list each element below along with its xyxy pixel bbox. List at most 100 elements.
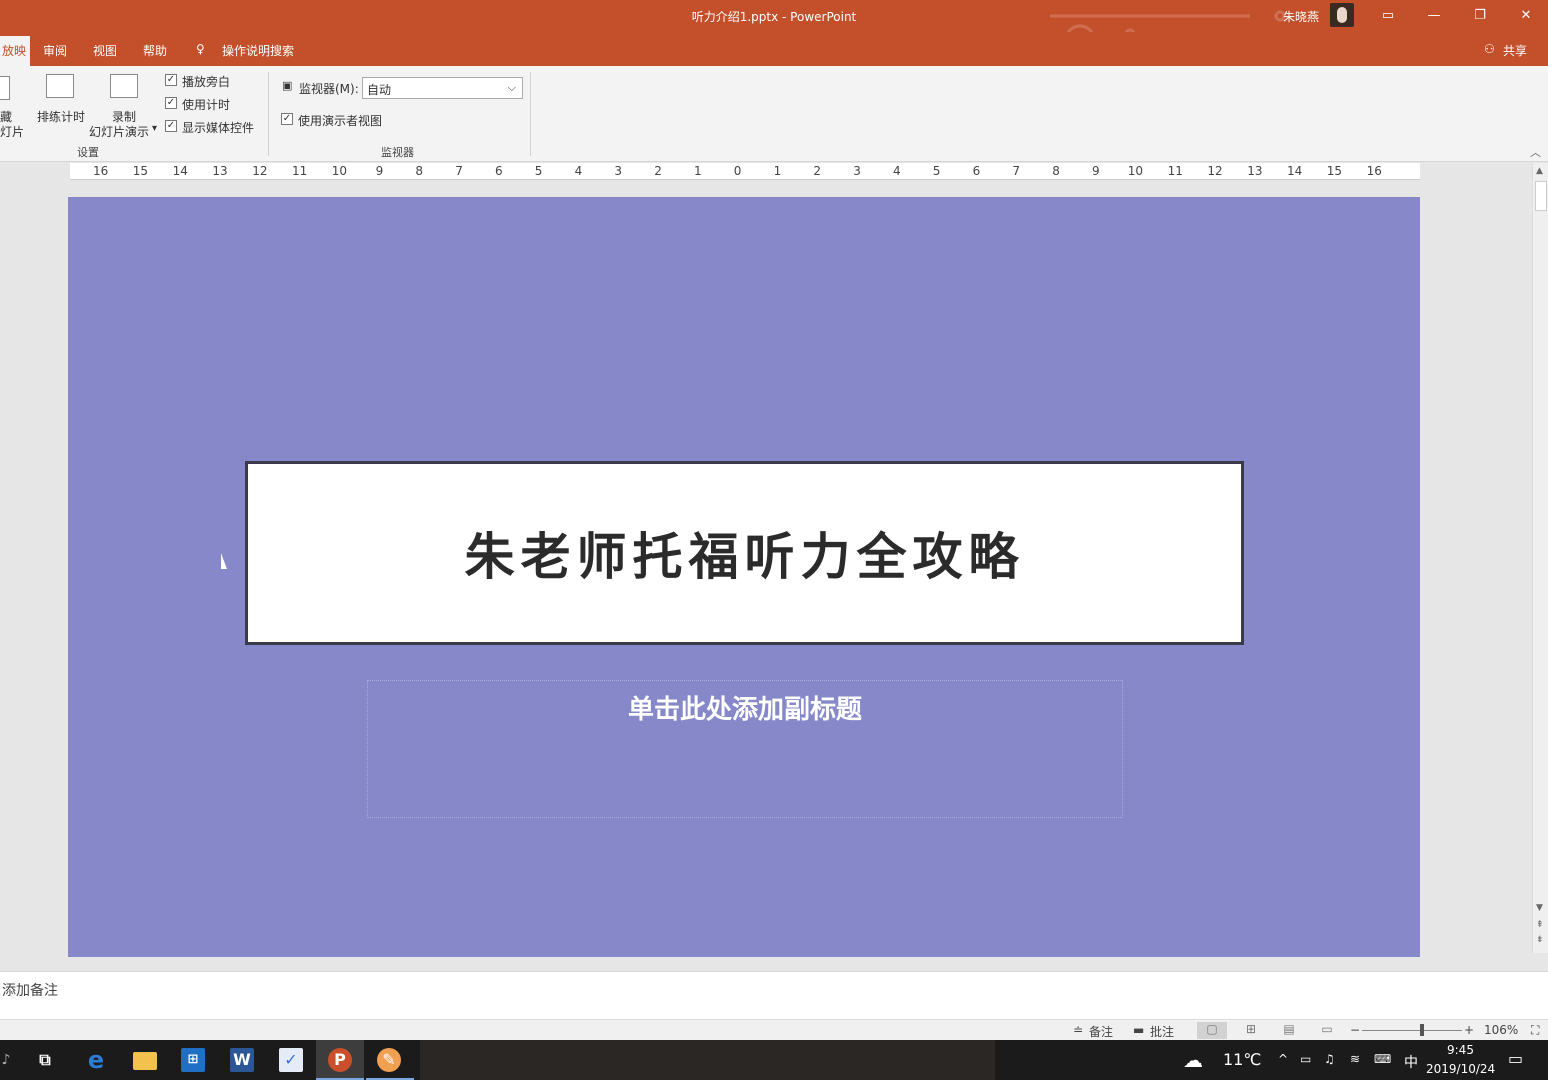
tab-slide-show[interactable]: 放映 [0, 36, 31, 66]
ruler-tick-label: 5 [534, 164, 543, 178]
battery-icon[interactable]: ▭ [1300, 1052, 1311, 1066]
play-narrations-checkbox[interactable]: ✓ [165, 74, 177, 86]
mouse-pointer-icon [221, 553, 233, 569]
show-hidden-icons-icon[interactable]: ^ [1278, 1052, 1288, 1066]
vertical-scrollbar[interactable]: ▲ ▼ ⇞ ⇟ [1532, 163, 1548, 953]
record-slide-show-button[interactable]: 幻灯片演示 [89, 123, 149, 140]
ruler-tick-label: 11 [1167, 164, 1183, 178]
ruler-tick-label: 16 [1366, 164, 1382, 178]
clock-time[interactable]: 9:45 [1447, 1043, 1474, 1057]
play-narrations-label[interactable]: 播放旁白 [182, 73, 230, 90]
zoom-level[interactable]: 106% [1484, 1023, 1518, 1037]
horizontal-ruler[interactable]: 16 15 14 13 12 11 10 9 8 7 6 5 4 3 2 1 0 1 2 3 4 5 6 7 8 9 10 11 12 1… [70, 163, 1420, 180]
zoom-in-button[interactable]: + [1464, 1023, 1474, 1037]
ruler-tick-label: 12 [252, 164, 268, 178]
feishu-icon[interactable]: ✓ [279, 1048, 303, 1072]
rehearse-timings-icon[interactable] [46, 74, 74, 98]
weather-icon[interactable]: ☁ [1183, 1048, 1203, 1072]
presenter-view-label[interactable]: 使用演示者视图 [298, 112, 382, 129]
notes-toggle-button[interactable]: 备注 [1089, 1023, 1113, 1040]
slide-show-view-icon[interactable]: ▭ [1312, 1022, 1342, 1039]
show-media-controls-checkbox[interactable]: ✓ [165, 120, 177, 132]
restore-icon[interactable]: ❐ [1470, 6, 1490, 26]
scrollbar-thumb[interactable] [1535, 181, 1547, 211]
input-method-indicator[interactable]: 中 [1404, 1052, 1418, 1072]
lightbulb-icon[interactable]: ♀ [196, 42, 205, 56]
clock-date[interactable]: 2019/10/24 [1426, 1062, 1495, 1076]
notes-pane[interactable]: 添加备注 [0, 971, 1548, 1019]
edge-icon[interactable]: e [84, 1048, 108, 1072]
keyboard-icon[interactable]: ⌨ [1374, 1052, 1391, 1066]
record-slide-show-icon[interactable] [110, 74, 138, 98]
record-dropdown-icon[interactable]: ▾ [152, 123, 157, 134]
notes-placeholder: 添加备注 [2, 983, 58, 999]
notification-center-icon[interactable]: ▭ [1508, 1049, 1523, 1068]
slide-title-placeholder[interactable]: 朱老师托福听力全攻略 [245, 461, 1244, 645]
ruler-tick-label: 11 [292, 164, 308, 178]
zoom-out-button[interactable]: − [1350, 1023, 1360, 1037]
close-icon[interactable]: ✕ [1516, 6, 1536, 26]
user-name[interactable]: 朱晓燕 [1283, 8, 1319, 25]
ruler-tick-label: 4 [893, 164, 901, 178]
rehearse-timings-button[interactable]: 排练计时 [37, 108, 85, 125]
collapse-ribbon-icon[interactable]: ︿ [1530, 144, 1541, 160]
zoom-slider-thumb[interactable] [1420, 1024, 1424, 1036]
slide-subtitle-placeholder[interactable]: 单击此处添加副标题 [367, 680, 1123, 818]
next-slide-icon[interactable]: ⇟ [1536, 935, 1544, 945]
monitor-select-value: 自动 [367, 83, 392, 97]
slide-subtitle-text: 单击此处添加副标题 [627, 695, 862, 725]
zoom-slider[interactable] [1362, 1030, 1462, 1031]
weather-temperature[interactable]: 11℃ [1223, 1050, 1261, 1069]
ruler-tick-label: 9 [1092, 164, 1100, 178]
slide-sorter-view-icon[interactable]: ⊞ [1236, 1022, 1266, 1039]
share-icon[interactable]: ⚇ [1484, 42, 1495, 56]
slide-title-text: 朱老师托福听力全攻略 [464, 527, 1025, 586]
tell-me-search[interactable]: 操作说明搜索 [222, 42, 294, 59]
use-timings-label[interactable]: 使用计时 [182, 96, 230, 113]
tab-view[interactable]: 视图 [93, 42, 117, 59]
scroll-down-icon[interactable]: ▼ [1536, 903, 1543, 913]
monitor-select[interactable]: 自动 ⌵ [362, 77, 523, 99]
hide-slide-label-2[interactable]: 幻灯片 [0, 123, 24, 140]
ruler-tick-label: 6 [495, 164, 503, 178]
store-icon[interactable]: ⊞ [181, 1048, 205, 1072]
normal-view-icon[interactable]: ▢ [1197, 1022, 1227, 1039]
ruler-tick-label: 15 [132, 164, 149, 178]
volume-icon[interactable]: ♫ [1324, 1052, 1335, 1066]
ruler-tick-label: 0 [733, 164, 742, 178]
presenter-view-checkbox[interactable]: ✓ [281, 113, 293, 125]
share-button[interactable]: 共享 [1503, 42, 1527, 59]
notes-toggle-icon[interactable]: ≐ [1073, 1023, 1083, 1037]
taskbar-background-image [420, 1040, 995, 1080]
avatar[interactable] [1330, 3, 1354, 27]
ribbon-display-options-icon[interactable]: ▭ [1378, 6, 1398, 26]
previous-slide-icon[interactable]: ⇞ [1536, 920, 1544, 930]
ruler-tick-label: 4 [574, 164, 583, 178]
tab-review[interactable]: 审阅 [43, 42, 67, 59]
show-media-controls-label[interactable]: 显示媒体控件 [182, 119, 254, 136]
ribbon: 隐藏 幻灯片 排练计时 录制 幻灯片演示 ▾ ✓ 播放旁白 ✓ 使用计时 ✓ 显… [0, 66, 1548, 162]
microphone-icon[interactable]: ♪ [0, 1048, 18, 1072]
comments-icon[interactable]: ▬ [1133, 1023, 1144, 1037]
ruler-tick-label: 3 [614, 164, 623, 178]
comments-button[interactable]: 批注 [1150, 1023, 1174, 1040]
use-timings-checkbox[interactable]: ✓ [165, 97, 177, 109]
wifi-icon[interactable]: ≋ [1350, 1052, 1360, 1066]
ruler-tick-label: 8 [415, 164, 424, 178]
word-icon[interactable]: W [230, 1048, 254, 1072]
reading-view-icon[interactable]: ▤ [1274, 1022, 1304, 1039]
hide-slide-icon[interactable] [0, 76, 10, 100]
ruler-tick-label: 14 [172, 164, 188, 178]
minimize-icon[interactable]: — [1424, 6, 1444, 26]
file-explorer-icon[interactable] [133, 1052, 157, 1070]
scroll-up-icon[interactable]: ▲ [1536, 166, 1543, 176]
task-view-icon[interactable]: ⧉ [33, 1048, 57, 1072]
monitor-icon: ▣ [282, 79, 293, 92]
powerpoint-icon[interactable]: P [328, 1048, 352, 1072]
group-separator [268, 72, 269, 156]
tab-help[interactable]: 帮助 [143, 42, 167, 59]
ruler-tick-label: 9 [375, 164, 384, 178]
paint-icon[interactable]: ✎ [377, 1048, 401, 1072]
fit-to-window-icon[interactable]: ⛶ [1531, 1023, 1539, 1038]
setup-group-label: 设置 [77, 146, 99, 159]
